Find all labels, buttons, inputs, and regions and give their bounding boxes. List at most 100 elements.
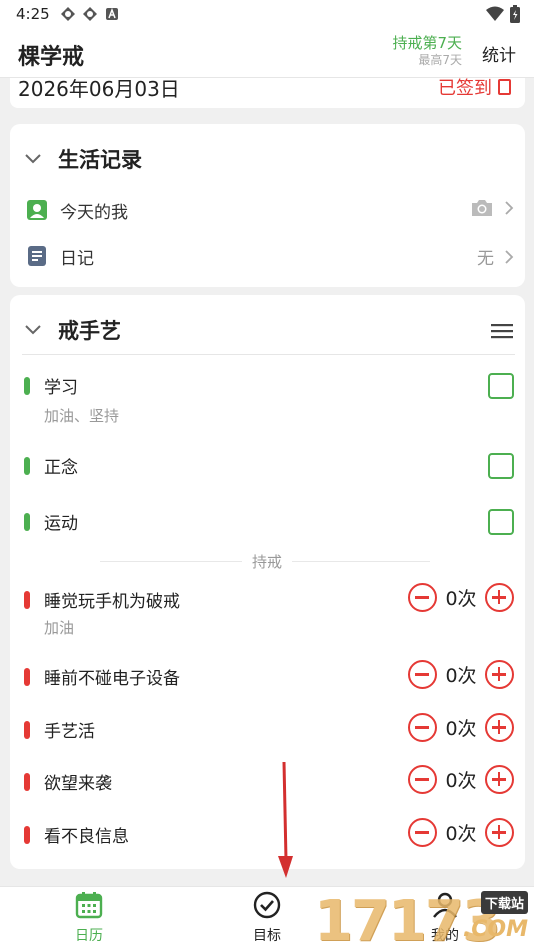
- decrement-button[interactable]: [408, 713, 437, 742]
- goal-name: 正念: [44, 458, 78, 478]
- craft-card: 戒手艺 学习 加油、坚持 正念 运动 持戒 睡觉玩手机为破戒 加油 0次 睡前不…: [10, 295, 525, 869]
- goal-note: 加油、坚持: [44, 407, 120, 425]
- chevron-down-icon: [25, 154, 41, 164]
- craft-header[interactable]: 戒手艺: [24, 315, 121, 345]
- abstain-item: 欲望来袭 0次: [24, 765, 514, 799]
- status-system-icons: [486, 5, 520, 23]
- wifi-icon: [486, 6, 504, 21]
- sign-in-icon: [498, 79, 511, 95]
- increment-button[interactable]: [485, 660, 514, 689]
- diary-value: 无: [477, 249, 494, 269]
- status-time: 4:25: [16, 5, 50, 23]
- best-streak: 最高7天: [418, 53, 462, 67]
- diary-icon: [28, 246, 46, 266]
- increment-button[interactable]: [485, 818, 514, 847]
- goal-color-bar: [24, 513, 30, 531]
- nav-goals[interactable]: 目标: [227, 891, 307, 945]
- increment-button[interactable]: [485, 713, 514, 742]
- goal-checkbox[interactable]: [488, 509, 514, 535]
- abstain-count: 0次: [445, 823, 477, 845]
- goal-item-exercise[interactable]: 运动: [24, 509, 514, 539]
- abstain-counter: 0次: [408, 583, 514, 612]
- increment-button[interactable]: [485, 583, 514, 612]
- annotation-arrow: [278, 761, 293, 878]
- abstain-color-bar: [24, 591, 30, 609]
- abstain-note: 加油: [44, 619, 75, 637]
- decrement-button[interactable]: [408, 818, 437, 847]
- life-record-header[interactable]: 生活记录: [24, 144, 142, 174]
- abstain-count: 0次: [445, 770, 477, 792]
- goal-color-bar: [24, 457, 30, 475]
- life-record-card: 生活记录 今天的我 日记 无: [10, 124, 525, 287]
- life-item-label: 今天的我: [60, 202, 128, 223]
- nav-calendar[interactable]: 日历: [49, 891, 129, 945]
- abstain-color-bar: [24, 773, 30, 791]
- streak-indicator[interactable]: 持戒第7天 最高7天: [392, 34, 462, 68]
- craft-title: 戒手艺: [58, 319, 121, 343]
- life-item-diary[interactable]: 日记 无: [26, 240, 514, 272]
- status-bar: 4:25: [0, 0, 534, 30]
- abstain-color-bar: [24, 826, 30, 844]
- life-item-right: [470, 198, 514, 218]
- abstain-divider-label: 持戒: [242, 551, 293, 572]
- date-card: 2026年06月03日 已签到: [10, 78, 525, 108]
- goal-name: 学习: [44, 378, 78, 398]
- abstain-name: 手艺活: [44, 722, 95, 742]
- chevron-down-icon: [25, 325, 41, 335]
- notification-icon: [83, 7, 97, 21]
- abstain-name: 睡前不碰电子设备: [44, 669, 180, 689]
- stats-button[interactable]: 统计: [482, 41, 516, 66]
- nav-label: 目标: [253, 928, 281, 944]
- section-separator: [22, 354, 515, 355]
- camera-icon[interactable]: [470, 198, 494, 218]
- app-bar: 棵学戒 持戒第7天 最高7天 统计: [0, 30, 534, 78]
- abstain-count: 0次: [445, 665, 477, 687]
- abstain-color-bar: [24, 721, 30, 739]
- life-item-right: 无: [477, 244, 514, 269]
- menu-icon[interactable]: [491, 323, 513, 339]
- abstain-item: 手艺活 0次: [24, 713, 514, 747]
- abstain-name: 欲望来袭: [44, 774, 112, 794]
- abstain-color-bar: [24, 668, 30, 686]
- abstain-name: 睡觉玩手机为破戒: [44, 592, 180, 612]
- abstain-counter: 0次: [408, 713, 514, 742]
- notification-icon: [61, 7, 75, 21]
- watermark-domain: .COM: [462, 917, 528, 942]
- abstain-counter: 0次: [408, 818, 514, 847]
- watermark-tag: 下载站: [480, 891, 528, 914]
- decrement-button[interactable]: [408, 583, 437, 612]
- abstain-count: 0次: [445, 718, 477, 740]
- increment-button[interactable]: [485, 765, 514, 794]
- check-circle-icon: [253, 891, 281, 919]
- goal-item-study[interactable]: 学习 加油、坚持: [24, 373, 514, 433]
- battery-icon: [510, 5, 520, 23]
- goal-checkbox[interactable]: [488, 373, 514, 399]
- goal-name: 运动: [44, 514, 78, 534]
- current-streak: 持戒第7天: [392, 34, 462, 52]
- abstain-counter: 0次: [408, 765, 514, 794]
- person-card-icon: [27, 200, 47, 220]
- status-notification-icons: [60, 6, 120, 22]
- watermark-logo: 17173 下载站 .COM: [308, 887, 534, 950]
- decrement-button[interactable]: [408, 660, 437, 689]
- abstain-item: 睡前不碰电子设备 0次: [24, 660, 514, 694]
- sign-in-status[interactable]: 已签到: [438, 78, 511, 100]
- life-record-title: 生活记录: [58, 148, 142, 172]
- abstain-item: 睡觉玩手机为破戒 加油 0次: [24, 583, 514, 639]
- app-title: 棵学戒: [18, 45, 85, 70]
- nav-label: 日历: [75, 928, 103, 944]
- abstain-name: 看不良信息: [44, 827, 129, 847]
- abstain-item: 看不良信息 0次: [24, 818, 514, 852]
- life-item-today[interactable]: 今天的我: [26, 194, 514, 226]
- chevron-right-icon: [505, 201, 514, 215]
- notification-icon: [106, 7, 118, 20]
- abstain-count: 0次: [445, 588, 477, 610]
- goal-checkbox[interactable]: [488, 453, 514, 479]
- life-item-label: 日记: [60, 248, 94, 269]
- goal-item-mindfulness[interactable]: 正念: [24, 453, 514, 483]
- goal-color-bar: [24, 377, 30, 395]
- chevron-right-icon: [505, 249, 514, 264]
- sign-in-label: 已签到: [438, 78, 492, 99]
- date-text: 2026年06月03日: [18, 78, 180, 101]
- decrement-button[interactable]: [408, 765, 437, 794]
